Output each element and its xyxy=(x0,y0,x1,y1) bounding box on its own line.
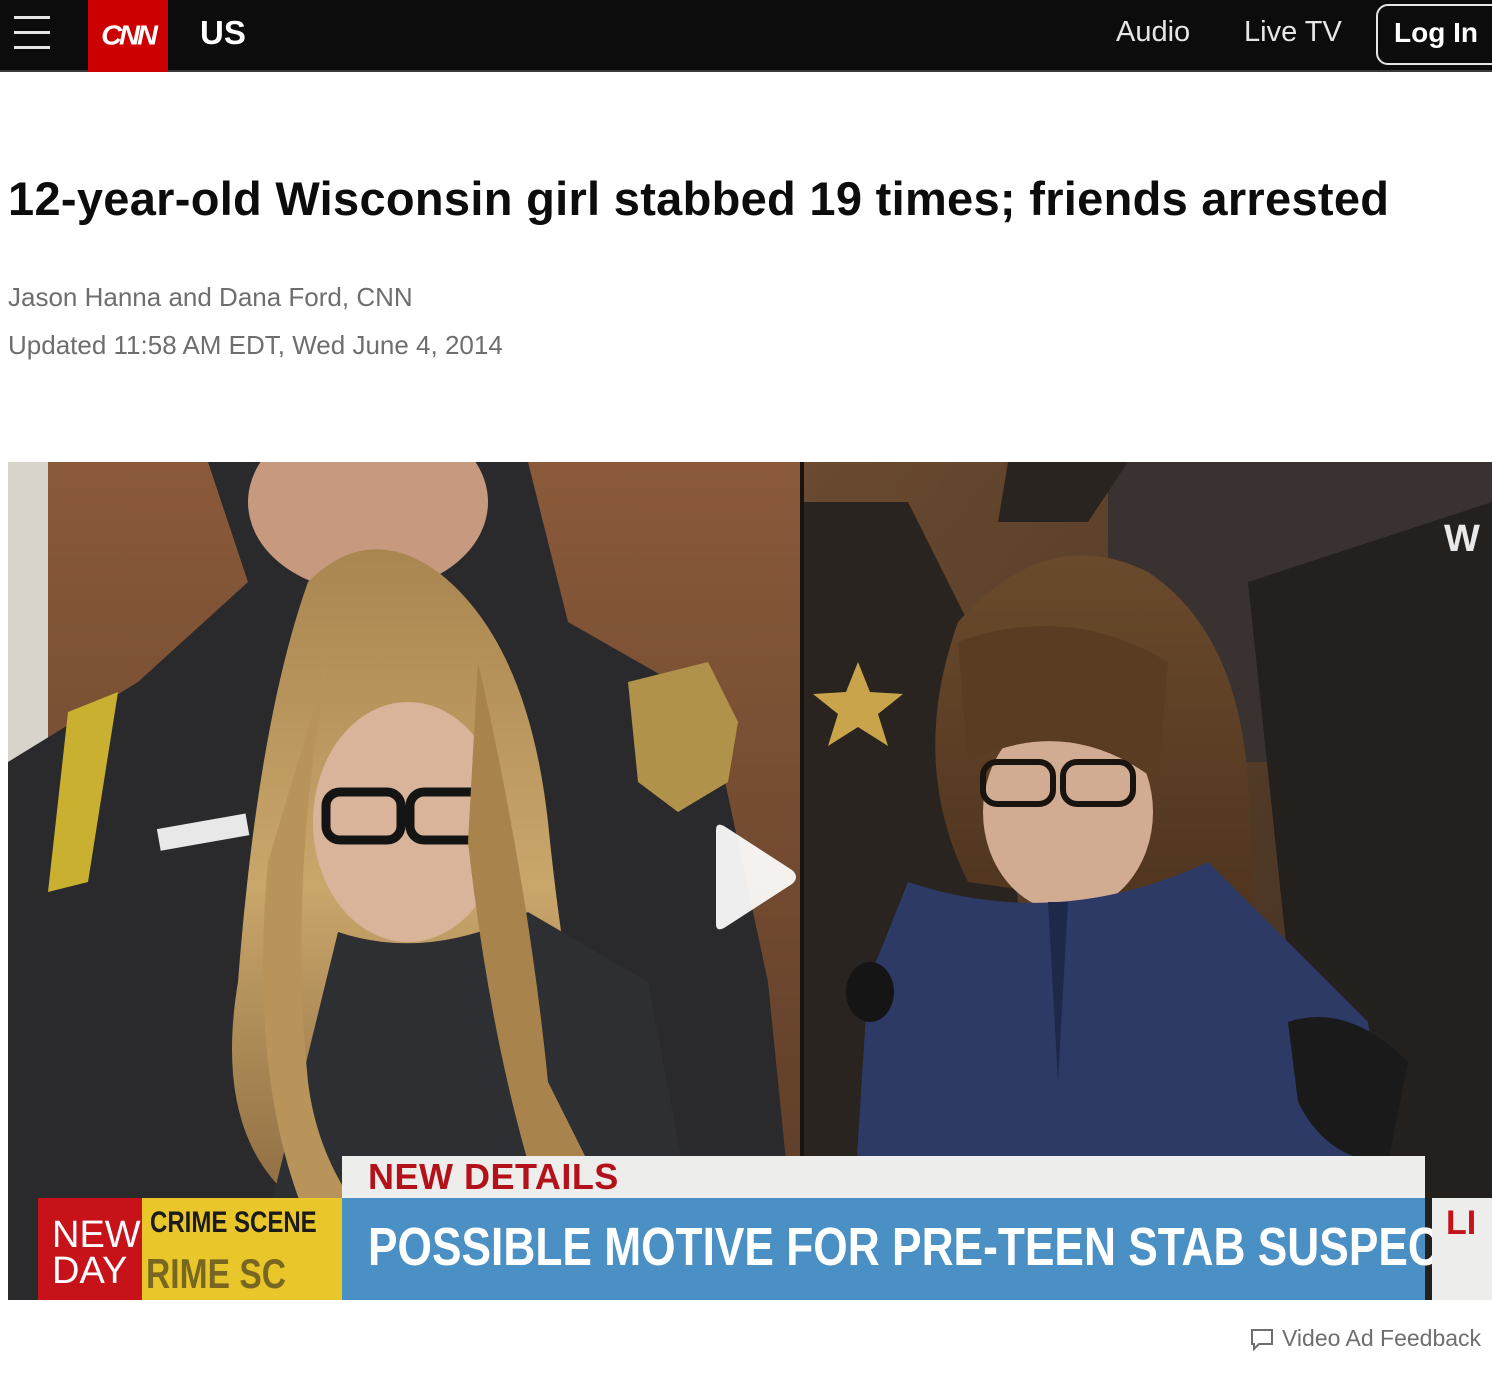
cnn-logo-text: CNN xyxy=(101,20,158,51)
log-in-button[interactable]: Log In xyxy=(1376,4,1492,65)
crime-scene-tape-text: CRIME SCENE xyxy=(150,1206,317,1239)
article-timestamp: Updated 11:58 AM EDT, Wed June 4, 2014 xyxy=(8,330,503,360)
cnn-logo[interactable]: CNN xyxy=(88,0,168,72)
chyron-kicker: NEW DETAILS xyxy=(342,1156,1425,1198)
chyron-headline: POSSIBLE MOTIVE FOR PRE-TEEN STAB SUSPEC… xyxy=(342,1198,1492,1300)
chyron-kicker-text: NEW DETAILS xyxy=(368,1156,619,1197)
show-badge-line2: DAY xyxy=(52,1250,128,1292)
live-bug-text: LI xyxy=(1446,1204,1477,1242)
video-ad-feedback-link[interactable]: Video Ad Feedback xyxy=(1250,1325,1481,1352)
article-headline: 12-year-old Wisconsin girl stabbed 19 ti… xyxy=(8,172,1390,225)
article-byline: Jason Hanna and Dana Ford, CNN xyxy=(8,282,413,312)
crime-scene-tape: CRIME SCENE RIME SC xyxy=(142,1198,342,1300)
crime-scene-tape-text-faded: RIME SC xyxy=(146,1250,287,1297)
video-player[interactable]: W NEW DAY CRIME SCENE RIME SC NEW DETAIL… xyxy=(8,462,1492,1300)
nav-live-tv-link[interactable]: Live TV xyxy=(1244,16,1342,49)
show-badge: NEW DAY xyxy=(38,1198,142,1300)
show-badge-line1: NEW xyxy=(52,1214,141,1256)
chyron-headline-text: POSSIBLE MOTIVE FOR PRE-TEEN STAB SUSPEC… xyxy=(368,1217,1492,1277)
speech-bubble-icon xyxy=(1251,1328,1273,1351)
top-navigation-bar: CNN US Audio Live TV Log In xyxy=(0,0,1492,72)
play-icon[interactable] xyxy=(708,822,798,932)
nav-audio-link[interactable]: Audio xyxy=(1116,16,1190,49)
hamburger-menu-icon[interactable] xyxy=(14,16,50,50)
video-ad-feedback-label: Video Ad Feedback xyxy=(1282,1325,1482,1351)
edition-link[interactable]: US xyxy=(200,14,246,52)
network-watermark: W xyxy=(1444,518,1480,560)
live-bug: LI xyxy=(1432,1198,1492,1300)
